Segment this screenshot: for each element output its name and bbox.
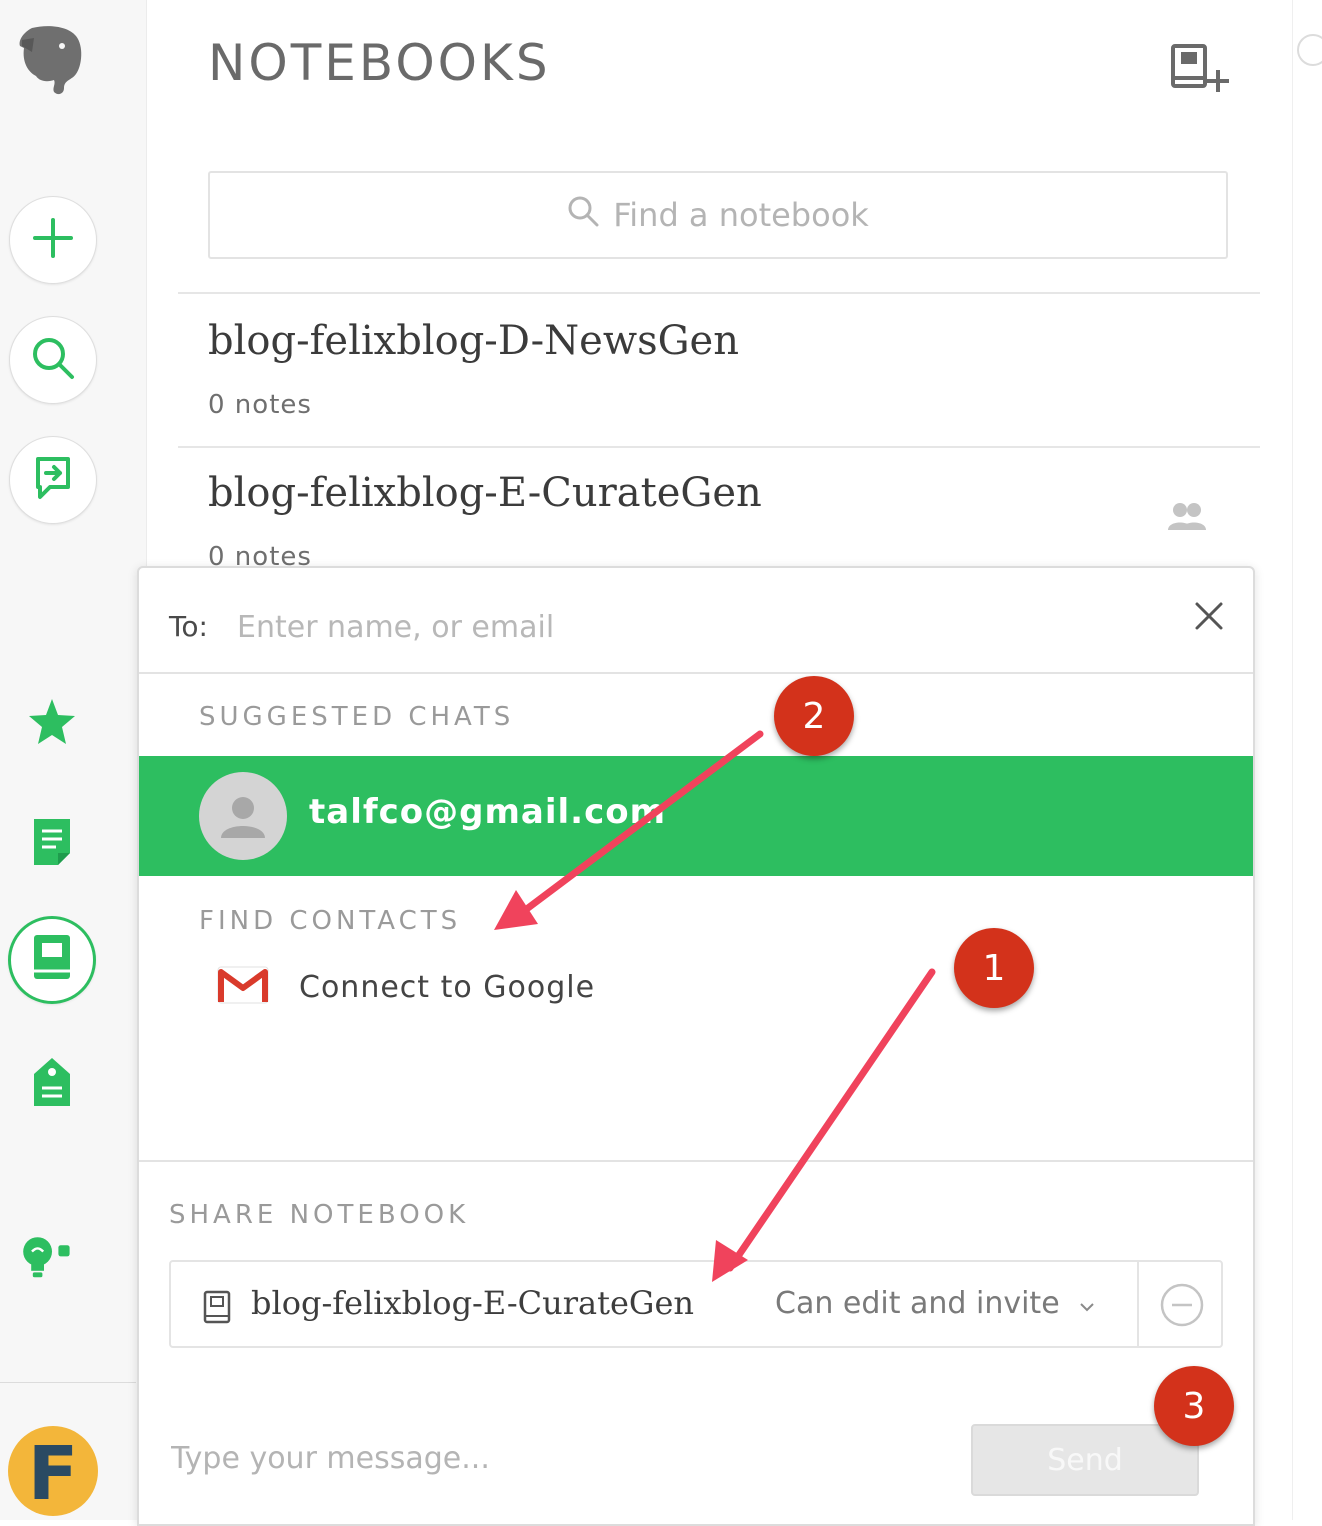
sidebar: F xyxy=(0,0,147,1520)
shared-notebook-row: blog-felixblog-E-CurateGen Can edit and … xyxy=(169,1260,1223,1348)
lightbulb-icon[interactable] xyxy=(20,1226,84,1290)
page-title: NOTEBOOKS xyxy=(208,34,551,92)
avatar[interactable]: F xyxy=(8,1426,98,1516)
evernote-elephant-icon[interactable] xyxy=(18,22,86,98)
share-dialog: To: SUGGESTED CHATS talfco@gmail.com FIN… xyxy=(137,566,1255,1526)
contact-avatar xyxy=(199,772,287,860)
close-icon xyxy=(1194,601,1224,635)
notebook-search-input[interactable]: Find a notebook xyxy=(208,171,1228,259)
to-label: To: xyxy=(169,610,208,643)
permission-dropdown[interactable]: Can edit and invite xyxy=(775,1286,1096,1321)
shortcuts-star-icon[interactable] xyxy=(20,690,84,754)
notebook-name: blog-felixblog-E-CurateGen xyxy=(208,470,762,516)
sidebar-divider xyxy=(0,1382,136,1383)
annotation-badge-1: 1 xyxy=(954,928,1034,1008)
recipient-input[interactable] xyxy=(235,604,999,650)
remove-button[interactable] xyxy=(1159,1282,1205,1328)
connect-google-button[interactable]: Connect to Google xyxy=(217,962,595,1012)
annotation-badge-3: 3 xyxy=(1154,1366,1234,1446)
new-note-button[interactable] xyxy=(9,196,97,284)
divider xyxy=(1137,1262,1139,1346)
minus-circle-icon xyxy=(1159,1283,1205,1332)
notebook-name: blog-felixblog-D-NewsGen xyxy=(208,318,739,364)
search-icon xyxy=(30,335,76,385)
gmail-icon xyxy=(217,966,269,1008)
notebooks-nav-button[interactable] xyxy=(8,916,96,1004)
close-button[interactable] xyxy=(1189,598,1229,638)
chat-share-icon xyxy=(30,455,76,505)
notebook-icon xyxy=(203,1290,233,1328)
suggested-chats-label: SUGGESTED CHATS xyxy=(199,702,515,732)
divider xyxy=(139,672,1253,674)
find-contacts-label: FIND CONTACTS xyxy=(199,906,462,936)
new-notebook-button[interactable] xyxy=(1168,42,1232,94)
note-pane-edge xyxy=(1292,0,1322,1520)
send-button[interactable]: Send xyxy=(971,1424,1199,1496)
notebook-icon xyxy=(30,933,74,987)
tags-icon[interactable] xyxy=(20,1050,84,1114)
divider xyxy=(139,1160,1253,1162)
share-notebook-label: SHARE NOTEBOOK xyxy=(169,1200,470,1230)
notes-icon[interactable] xyxy=(20,810,84,874)
message-input[interactable] xyxy=(169,1432,933,1484)
work-chat-button[interactable] xyxy=(9,436,97,524)
list-divider xyxy=(178,292,1260,294)
search-icon xyxy=(567,195,613,235)
plus-icon xyxy=(31,216,75,264)
shared-notebook-name: blog-felixblog-E-CurateGen xyxy=(251,1284,694,1322)
contact-email: talfco@gmail.com xyxy=(309,792,667,832)
notebook-note-count: 0 notes xyxy=(208,390,312,420)
suggested-contact-row[interactable]: talfco@gmail.com xyxy=(139,756,1253,876)
search-button[interactable] xyxy=(9,316,97,404)
permission-value: Can edit and invite xyxy=(775,1286,1060,1321)
notebook-row[interactable]: blog-felixblog-D-NewsGen 0 notes xyxy=(178,296,1260,448)
annotation-badge-2: 2 xyxy=(774,676,854,756)
connect-google-label: Connect to Google xyxy=(299,969,596,1005)
new-notebook-icon xyxy=(1168,44,1232,98)
search-placeholder: Find a notebook xyxy=(613,196,869,234)
shared-people-icon xyxy=(1166,500,1208,536)
chevron-down-icon xyxy=(1060,1286,1096,1321)
info-icon[interactable] xyxy=(1295,32,1322,72)
